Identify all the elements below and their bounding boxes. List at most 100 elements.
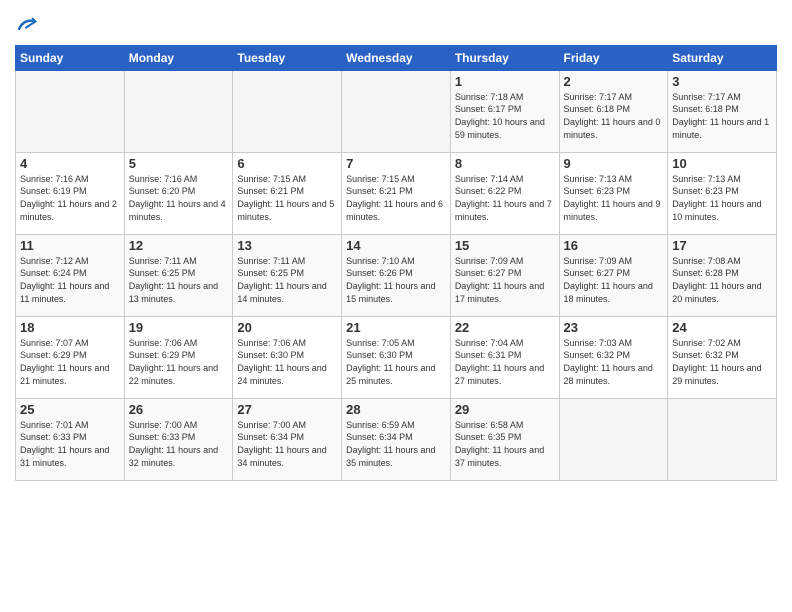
sunrise-label: Sunrise: 6:58 AM xyxy=(455,420,524,430)
sunrise-label: Sunrise: 7:13 AM xyxy=(564,174,633,184)
day-number: 5 xyxy=(129,156,229,171)
daylight-label: Daylight: 11 hours and 10 minutes. xyxy=(672,199,761,222)
calendar-cell: 6 Sunrise: 7:15 AMSunset: 6:21 PMDaylight… xyxy=(233,152,342,234)
week-row-5: 25Sunrise: 7:01 AMSunset: 6:33 PMDayligh… xyxy=(16,398,777,480)
header-thursday: Thursday xyxy=(450,45,559,70)
daylight-label: Daylight: 11 hours and 35 minutes. xyxy=(346,445,435,468)
calendar-cell: 15 Sunrise: 7:09 AMSunset: 6:27 PMDayligh… xyxy=(450,234,559,316)
calendar-cell: 8Sunrise: 7:14 AMSunset: 6:22 PMDaylight… xyxy=(450,152,559,234)
sunset-label: Sunset: 6:20 PM xyxy=(129,186,196,196)
calendar-cell xyxy=(233,70,342,152)
day-info: Sunrise: 7:10 AMSunset: 6:26 PMDaylight:… xyxy=(346,255,446,305)
header-wednesday: Wednesday xyxy=(342,45,451,70)
day-info: Sunrise: 7:11 AMSunset: 6:25 PMDaylight:… xyxy=(237,255,337,305)
daylight-label: Daylight: 11 hours and 37 minutes. xyxy=(455,445,544,468)
day-info: Sunrise: 7:00 AMSunset: 6:34 PMDaylight:… xyxy=(237,419,337,469)
calendar-cell xyxy=(559,398,668,480)
daylight-label: Daylight: 11 hours and 22 minutes. xyxy=(129,363,218,386)
day-number: 20 xyxy=(237,320,337,335)
day-info: Sunrise: 7:06 AMSunset: 6:30 PMDaylight:… xyxy=(237,337,337,387)
daylight-label: Daylight: 11 hours and 20 minutes. xyxy=(672,281,761,304)
daylight-label: Daylight: 11 hours and 0 minutes. xyxy=(564,117,661,140)
sunrise-label: Sunrise: 7:09 AM xyxy=(564,256,633,266)
daylight-label: Daylight: 11 hours and 13 minutes. xyxy=(129,281,218,304)
day-number: 21 xyxy=(346,320,446,335)
day-number: 14 xyxy=(346,238,446,253)
day-number: 23 xyxy=(564,320,664,335)
sunrise-label: Sunrise: 7:01 AM xyxy=(20,420,89,430)
sunset-label: Sunset: 6:30 PM xyxy=(237,350,304,360)
day-number: 3 xyxy=(672,74,772,89)
sunset-label: Sunset: 6:32 PM xyxy=(672,350,739,360)
calendar-cell: 9Sunrise: 7:13 AMSunset: 6:23 PMDaylight… xyxy=(559,152,668,234)
day-info: Sunrise: 7:16 AMSunset: 6:19 PMDaylight:… xyxy=(20,173,120,223)
calendar-cell: 27Sunrise: 7:00 AMSunset: 6:34 PMDayligh… xyxy=(233,398,342,480)
calendar-cell: 12 Sunrise: 7:11 AMSunset: 6:25 PMDayligh… xyxy=(124,234,233,316)
calendar-cell xyxy=(124,70,233,152)
calendar-cell: 19Sunrise: 7:06 AMSunset: 6:29 PMDayligh… xyxy=(124,316,233,398)
calendar-cell: 20 Sunrise: 7:06 AMSunset: 6:30 PMDayligh… xyxy=(233,316,342,398)
calendar-cell: 4Sunrise: 7:16 AMSunset: 6:19 PMDaylight… xyxy=(16,152,125,234)
logo xyxy=(15,14,37,39)
week-row-2: 4Sunrise: 7:16 AMSunset: 6:19 PMDaylight… xyxy=(16,152,777,234)
day-info: Sunrise: 7:11 AMSunset: 6:25 PMDaylight:… xyxy=(129,255,229,305)
day-info: Sunrise: 7:00 AMSunset: 6:33 PMDaylight:… xyxy=(129,419,229,469)
daylight-label: Daylight: 11 hours and 34 minutes. xyxy=(237,445,326,468)
sunset-label: Sunset: 6:23 PM xyxy=(672,186,739,196)
day-number: 12 xyxy=(129,238,229,253)
sunrise-label: Sunrise: 7:07 AM xyxy=(20,338,89,348)
daylight-label: Daylight: 11 hours and 17 minutes. xyxy=(455,281,544,304)
header xyxy=(15,10,777,39)
day-number: 15 xyxy=(455,238,555,253)
day-number: 6 xyxy=(237,156,337,171)
sunset-label: Sunset: 6:29 PM xyxy=(20,350,87,360)
calendar-table: SundayMondayTuesdayWednesdayThursdayFrid… xyxy=(15,45,777,481)
logo-icon xyxy=(17,14,37,34)
sunrise-label: Sunrise: 6:59 AM xyxy=(346,420,415,430)
day-number: 18 xyxy=(20,320,120,335)
day-info: Sunrise: 7:18 AMSunset: 6:17 PMDaylight:… xyxy=(455,91,555,141)
sunrise-label: Sunrise: 7:03 AM xyxy=(564,338,633,348)
day-info: Sunrise: 7:01 AMSunset: 6:33 PMDaylight:… xyxy=(20,419,120,469)
day-info: Sunrise: 7:16 AMSunset: 6:20 PMDaylight:… xyxy=(129,173,229,223)
sunset-label: Sunset: 6:28 PM xyxy=(672,268,739,278)
daylight-label: Daylight: 11 hours and 27 minutes. xyxy=(455,363,544,386)
week-row-4: 18 Sunrise: 7:07 AM Sunset: 6:29 PM Dayligh… xyxy=(16,316,777,398)
day-info: Sunrise: 6:59 AMSunset: 6:34 PMDaylight:… xyxy=(346,419,446,469)
daylight-label: Daylight: 11 hours and 4 minutes. xyxy=(129,199,226,222)
calendar-cell: 28Sunrise: 6:59 AMSunset: 6:34 PMDayligh… xyxy=(342,398,451,480)
sunrise-label: Sunrise: 7:17 AM xyxy=(564,92,633,102)
daylight-label: Daylight: 11 hours and 21 minutes. xyxy=(20,363,109,386)
logo-text xyxy=(15,14,37,39)
daylight-label: Daylight: 11 hours and 1 minute. xyxy=(672,117,769,140)
calendar-cell: 10Sunrise: 7:13 AMSunset: 6:23 PMDayligh… xyxy=(668,152,777,234)
day-number: 7 xyxy=(346,156,446,171)
day-info: Sunrise: 7:15 AMSunset: 6:21 PMDaylight:… xyxy=(237,173,337,223)
sunrise-label: Sunrise: 7:09 AM xyxy=(455,256,524,266)
day-info: Sunrise: 7:06 AMSunset: 6:29 PMDaylight:… xyxy=(129,337,229,387)
daylight-label: Daylight: 11 hours and 2 minutes. xyxy=(20,199,117,222)
sunrise-label: Sunrise: 7:00 AM xyxy=(237,420,306,430)
day-number: 10 xyxy=(672,156,772,171)
calendar-cell: 24Sunrise: 7:02 AMSunset: 6:32 PMDayligh… xyxy=(668,316,777,398)
daylight-label: Daylight: 11 hours and 6 minutes. xyxy=(346,199,443,222)
day-info: Sunrise: 7:17 AMSunset: 6:18 PMDaylight:… xyxy=(672,91,772,141)
calendar-cell: 22Sunrise: 7:04 AMSunset: 6:31 PMDayligh… xyxy=(450,316,559,398)
calendar-cell: 25Sunrise: 7:01 AMSunset: 6:33 PMDayligh… xyxy=(16,398,125,480)
day-number: 17 xyxy=(672,238,772,253)
calendar-cell xyxy=(668,398,777,480)
day-info: Sunrise: 7:09 AMSunset: 6:27 PMDaylight:… xyxy=(455,255,555,305)
sunset-label: Sunset: 6:27 PM xyxy=(564,268,631,278)
daylight-label: Daylight: 11 hours and 7 minutes. xyxy=(455,199,552,222)
calendar-cell: 1Sunrise: 7:18 AMSunset: 6:17 PMDaylight… xyxy=(450,70,559,152)
sunset-label: Sunset: 6:26 PM xyxy=(346,268,413,278)
sunset-label: Sunset: 6:17 PM xyxy=(455,104,522,114)
day-info: Sunrise: 7:14 AMSunset: 6:22 PMDaylight:… xyxy=(455,173,555,223)
header-tuesday: Tuesday xyxy=(233,45,342,70)
calendar-cell xyxy=(16,70,125,152)
calendar-cell: 16Sunrise: 7:09 AMSunset: 6:27 PMDayligh… xyxy=(559,234,668,316)
daylight-label: Daylight: 11 hours and 29 minutes. xyxy=(672,363,761,386)
sunrise-label: Sunrise: 7:04 AM xyxy=(455,338,524,348)
calendar-cell: 11Sunrise: 7:12 AMSunset: 6:24 PMDayligh… xyxy=(16,234,125,316)
sunset-label: Sunset: 6:21 PM xyxy=(346,186,413,196)
